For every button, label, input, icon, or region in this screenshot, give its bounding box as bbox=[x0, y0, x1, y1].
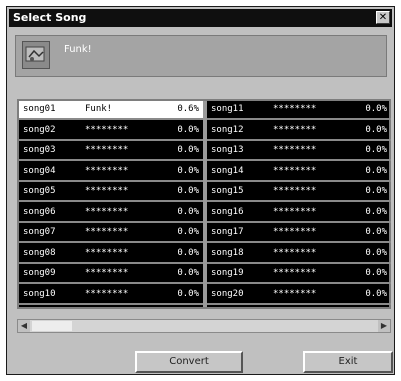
song-name: song09 bbox=[23, 268, 56, 278]
song-title: ******** bbox=[85, 247, 129, 258]
song-row[interactable]: song11 ******** 0.0% bbox=[207, 101, 391, 120]
song-name: song14 bbox=[211, 165, 244, 176]
song-row[interactable]: song17 ******** 0.0% bbox=[207, 224, 391, 243]
song-title: ******** bbox=[85, 227, 129, 237]
song-name: song04 bbox=[23, 165, 56, 176]
song-row[interactable]: song13 ******** 0.0% bbox=[207, 142, 391, 161]
scroll-left-icon[interactable]: ◀ bbox=[18, 320, 30, 332]
song-name: song18 bbox=[211, 247, 244, 258]
select-song-window: Select Song ✕ Funk! song01 Funk! 0.6% song0… bbox=[6, 6, 395, 375]
song-row[interactable]: song10 ******** 0.0% bbox=[19, 286, 203, 305]
song-percent: 0.0% bbox=[365, 247, 387, 258]
song-name: song10 bbox=[23, 288, 56, 299]
song-percent: 0.0% bbox=[365, 186, 387, 196]
song-title: ******** bbox=[85, 124, 129, 135]
selected-song-title: Funk! bbox=[64, 44, 92, 55]
close-button[interactable]: ✕ bbox=[376, 11, 390, 24]
scroll-thumb[interactable] bbox=[32, 321, 72, 331]
song-percent: 0.0% bbox=[177, 227, 199, 237]
song-percent: 0.0% bbox=[177, 288, 199, 299]
song-title: ******** bbox=[85, 268, 129, 278]
song-percent: 0.0% bbox=[365, 227, 387, 237]
song-icon bbox=[22, 41, 50, 69]
song-percent: 0.6% bbox=[177, 104, 199, 114]
song-title: ******** bbox=[85, 186, 129, 196]
song-row[interactable]: song16 ******** 0.0% bbox=[207, 204, 391, 223]
song-list: song01 Funk! 0.6% song02 ******** 0.0% song03 *… bbox=[17, 99, 391, 309]
song-row[interactable]: song02 ******** 0.0% bbox=[19, 122, 203, 141]
song-title: ******** bbox=[273, 124, 317, 135]
song-name: song15 bbox=[211, 186, 244, 196]
song-row[interactable]: song06 ******** 0.0% bbox=[19, 204, 203, 223]
song-row[interactable]: song15 ******** 0.0% bbox=[207, 183, 391, 202]
song-title: ******** bbox=[85, 206, 129, 217]
song-column-left: song01 Funk! 0.6% song02 ******** 0.0% song03 *… bbox=[19, 101, 203, 307]
horizontal-scrollbar[interactable]: ◀ ▶ bbox=[17, 319, 391, 333]
song-name: song06 bbox=[23, 206, 56, 217]
song-name: song16 bbox=[211, 206, 244, 217]
song-title: ******** bbox=[273, 206, 317, 217]
song-name: song01 bbox=[23, 104, 56, 114]
song-name: song07 bbox=[23, 227, 56, 237]
song-percent: 0.0% bbox=[177, 124, 199, 135]
convert-button[interactable]: Convert bbox=[135, 351, 243, 373]
title-bar: Select Song ✕ bbox=[9, 9, 392, 27]
song-percent: 0.0% bbox=[365, 145, 387, 155]
song-row[interactable]: song04 ******** 0.0% bbox=[19, 163, 203, 182]
song-title: ******** bbox=[273, 186, 317, 196]
song-name: song11 bbox=[211, 104, 244, 114]
song-name: song17 bbox=[211, 227, 244, 237]
song-title: ******** bbox=[273, 227, 317, 237]
song-percent: 0.0% bbox=[177, 206, 199, 217]
song-row[interactable]: song09 ******** 0.0% bbox=[19, 265, 203, 284]
song-percent: 0.0% bbox=[365, 206, 387, 217]
song-title: ******** bbox=[273, 165, 317, 176]
song-percent: 0.0% bbox=[365, 165, 387, 176]
window-title: Select Song bbox=[13, 11, 87, 24]
song-name: song19 bbox=[211, 268, 244, 278]
song-name: song12 bbox=[211, 124, 244, 135]
song-row[interactable]: song08 ******** 0.0% bbox=[19, 245, 203, 264]
song-row[interactable]: song14 ******** 0.0% bbox=[207, 163, 391, 182]
song-title: ******** bbox=[273, 145, 317, 155]
selected-song-header: Funk! bbox=[15, 35, 387, 77]
scroll-right-icon[interactable]: ▶ bbox=[378, 320, 390, 332]
song-name: song05 bbox=[23, 186, 56, 196]
song-title: ******** bbox=[273, 288, 317, 299]
song-percent: 0.0% bbox=[177, 247, 199, 258]
song-name: song02 bbox=[23, 124, 56, 135]
song-title: ******** bbox=[85, 288, 129, 299]
song-percent: 0.0% bbox=[365, 268, 387, 278]
song-row[interactable]: song05 ******** 0.0% bbox=[19, 183, 203, 202]
song-percent: 0.0% bbox=[177, 165, 199, 176]
song-row[interactable]: song20 ******** 0.0% bbox=[207, 286, 391, 305]
song-percent: 0.0% bbox=[365, 104, 387, 114]
song-percent: 0.0% bbox=[177, 268, 199, 278]
song-title: ******** bbox=[273, 268, 317, 278]
song-title: ******** bbox=[273, 104, 317, 114]
song-percent: 0.0% bbox=[177, 186, 199, 196]
song-row[interactable]: song01 Funk! 0.6% bbox=[19, 101, 203, 120]
song-row[interactable]: song07 ******** 0.0% bbox=[19, 224, 203, 243]
song-name: song03 bbox=[23, 145, 56, 155]
song-title: Funk! bbox=[85, 104, 113, 114]
song-row[interactable]: song12 ******** 0.0% bbox=[207, 122, 391, 141]
song-percent: 0.0% bbox=[365, 288, 387, 299]
song-row[interactable]: song03 ******** 0.0% bbox=[19, 142, 203, 161]
exit-button[interactable]: Exit bbox=[303, 351, 393, 373]
song-title: ******** bbox=[273, 247, 317, 258]
song-row[interactable]: song19 ******** 0.0% bbox=[207, 265, 391, 284]
song-name: song20 bbox=[211, 288, 244, 299]
song-percent: 0.0% bbox=[365, 124, 387, 135]
song-title: ******** bbox=[85, 145, 129, 155]
song-name: song08 bbox=[23, 247, 56, 258]
song-percent: 0.0% bbox=[177, 145, 199, 155]
song-row[interactable]: song18 ******** 0.0% bbox=[207, 245, 391, 264]
song-name: song13 bbox=[211, 145, 244, 155]
song-column-right: song11 ******** 0.0% song12 ******** 0.0% song… bbox=[207, 101, 391, 307]
song-title: ******** bbox=[85, 165, 129, 176]
close-icon: ✕ bbox=[378, 12, 388, 23]
